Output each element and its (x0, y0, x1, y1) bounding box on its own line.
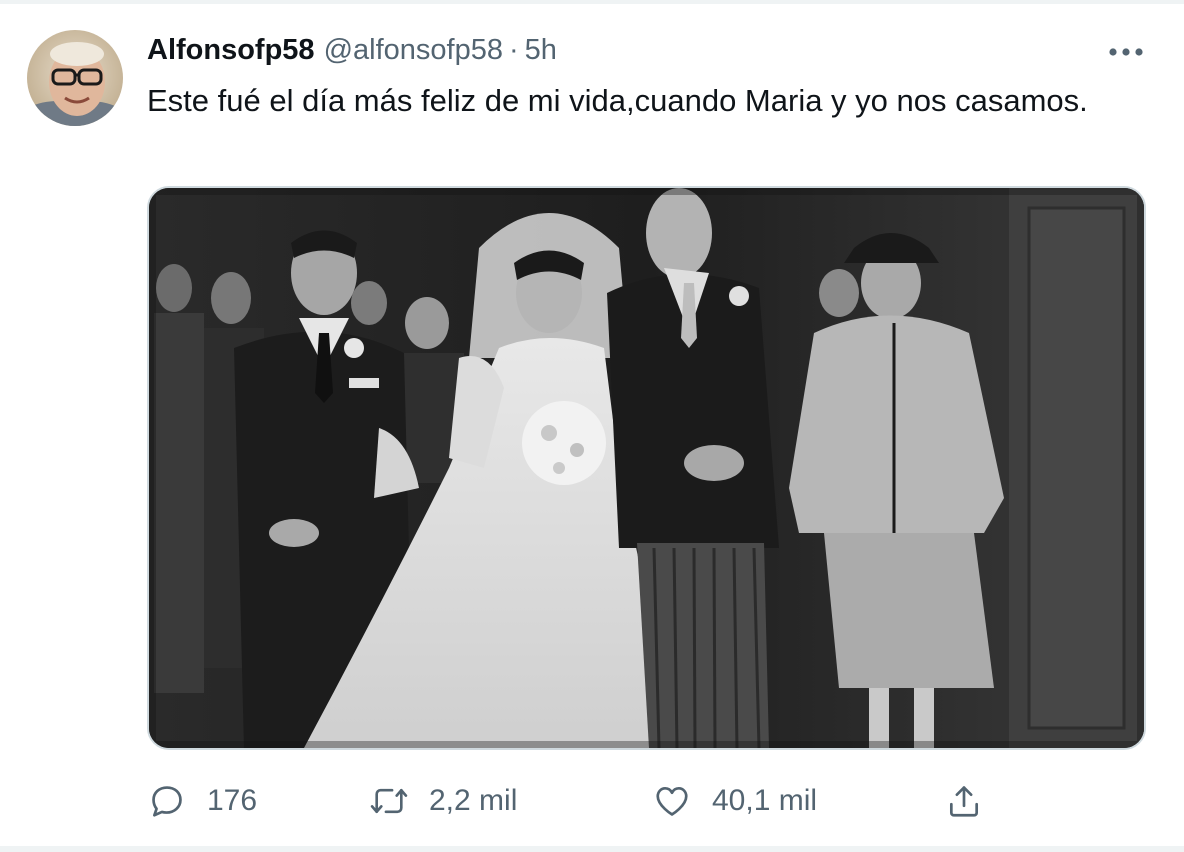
reply-count: 176 (207, 784, 258, 817)
reply-icon (147, 781, 187, 821)
like-count: 40,1 mil (712, 784, 818, 817)
timestamp[interactable]: 5h (525, 28, 557, 72)
share-button[interactable] (944, 776, 984, 826)
avatar[interactable] (27, 30, 123, 126)
tweet-card: Alfonsofp58 @alfonsofp58 · 5h Este fué e… (0, 0, 1184, 852)
more-icon[interactable] (1106, 36, 1146, 68)
tweet-actions: 176 2,2 mil 40,1 mil (147, 776, 1147, 826)
wedding-photo (149, 188, 1144, 748)
retweet-button[interactable]: 2,2 mil (369, 776, 517, 826)
separator-dot: · (508, 34, 519, 66)
tweet-text: Este fué el día más feliz de mi vida,cua… (147, 83, 1088, 118)
retweet-icon (369, 781, 409, 821)
tweet-photo[interactable] (147, 186, 1146, 750)
reply-button[interactable]: 176 (147, 776, 257, 826)
like-button[interactable]: 40,1 mil (652, 776, 817, 826)
display-name[interactable]: Alfonsofp58 (147, 28, 315, 72)
heart-icon (652, 781, 692, 821)
retweet-count: 2,2 mil (429, 784, 518, 817)
share-icon (944, 781, 984, 821)
tweet-header: Alfonsofp58 @alfonsofp58 · 5h (147, 28, 557, 72)
divider-top (0, 0, 1184, 4)
divider-bottom (0, 846, 1184, 852)
user-handle[interactable]: @alfonsofp58 (324, 28, 503, 72)
avatar-image (27, 30, 123, 126)
